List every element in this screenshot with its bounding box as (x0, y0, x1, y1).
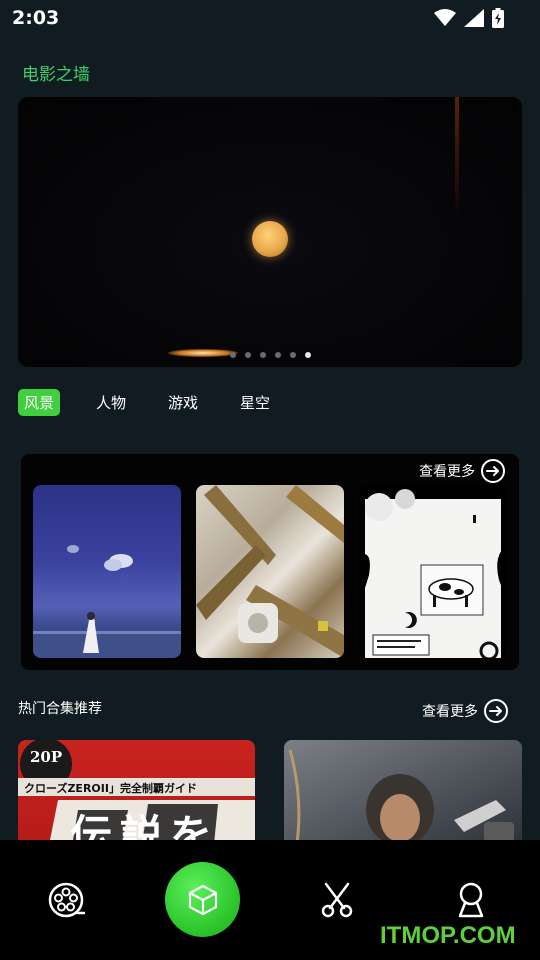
profile-icon (458, 882, 484, 918)
carousel-dot[interactable] (275, 352, 281, 358)
view-more-label: 查看更多 (422, 704, 478, 720)
tab-people[interactable]: 人物 (90, 389, 132, 416)
nav-films[interactable] (46, 880, 86, 920)
status-bar: 2:03 (0, 0, 540, 38)
wifi-icon (434, 9, 456, 26)
carousel-dot-active[interactable] (305, 352, 311, 358)
arrow-right-icon (484, 699, 508, 723)
scissors-icon (321, 882, 353, 918)
collection-card[interactable] (284, 740, 522, 850)
arrow-right-icon (481, 459, 505, 483)
scenery-thumbnail[interactable] (33, 485, 181, 658)
collection-badge: 20P (30, 748, 63, 766)
carousel-dot[interactable] (290, 352, 296, 358)
banner-carousel[interactable] (18, 97, 522, 367)
status-icons (434, 8, 504, 28)
space-station-image (196, 485, 344, 658)
cow-poster-image (359, 489, 507, 658)
carousel-indicator (230, 352, 311, 358)
collection-card[interactable]: 20P クローズZEROII」完全制覇ガイド 伝説を (18, 740, 255, 850)
collection-subtitle: クローズZEROII」完全制覇ガイド (24, 782, 197, 795)
cube-icon (188, 884, 217, 915)
category-tabs: 风景 人物 游戏 星空 (18, 389, 306, 416)
view-more-label: 查看更多 (419, 464, 475, 480)
category-preview-card: 查看更多 (21, 454, 519, 670)
status-time: 2:03 (12, 7, 60, 29)
sky-sea-image (33, 545, 181, 658)
scenery-thumbnail[interactable] (196, 485, 344, 658)
nav-profile[interactable] (452, 880, 490, 920)
nav-edit[interactable] (318, 880, 356, 920)
scenery-thumbnail[interactable] (359, 485, 507, 658)
banner-light-streak (455, 97, 459, 217)
app-title: 电影之墙 (22, 65, 90, 85)
tab-games[interactable]: 游戏 (162, 389, 204, 416)
tab-starry-sky[interactable]: 星空 (234, 389, 276, 416)
banner-moon (252, 221, 288, 257)
site-watermark: ITMOP.COM (380, 922, 516, 949)
banner-horizon-glow (168, 349, 238, 357)
signal-icon (464, 9, 484, 27)
nav-center-button[interactable] (165, 862, 240, 937)
carousel-dot[interactable] (245, 352, 251, 358)
carousel-dot[interactable] (230, 352, 236, 358)
tab-scenery[interactable]: 风景 (18, 389, 61, 416)
scenery-view-more-link[interactable]: 查看更多 (419, 459, 505, 483)
hot-view-more-link[interactable]: 查看更多 (422, 699, 508, 723)
carousel-dot[interactable] (260, 352, 266, 358)
battery-icon (492, 8, 504, 28)
hot-collections-title: 热门合集推荐 (18, 701, 102, 717)
pirate-movie-image (284, 740, 522, 850)
film-reel-icon (48, 882, 85, 918)
